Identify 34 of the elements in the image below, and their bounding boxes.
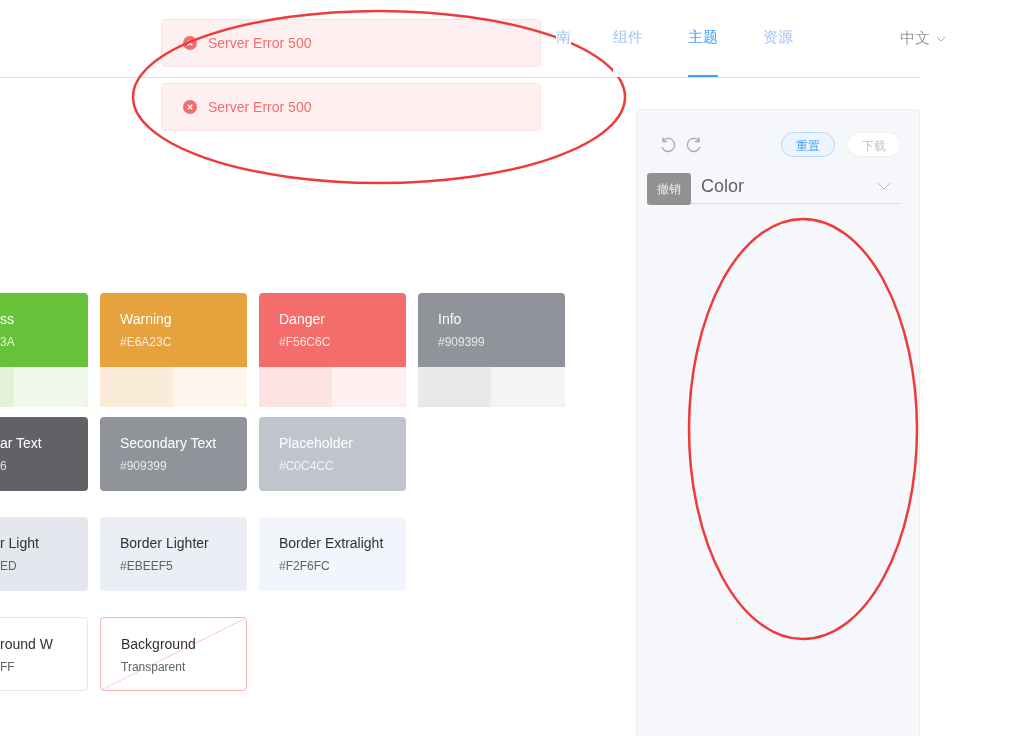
swatch-hex: #F2F6FC xyxy=(279,559,331,573)
swatch-hex: #E6A23C xyxy=(120,335,173,349)
language-dropdown[interactable]: 中文 xyxy=(900,29,946,48)
error-icon xyxy=(183,36,197,50)
undo-icon[interactable] xyxy=(659,135,677,154)
swatch-name: Danger xyxy=(279,311,326,327)
swatch-hex: ED xyxy=(0,559,18,573)
swatch-name: Warning xyxy=(120,311,173,327)
swatch-name: Border Extralight xyxy=(279,535,385,551)
swatch-name: ar Text xyxy=(0,435,43,451)
swatch-hex: Transparent xyxy=(121,660,187,674)
swatch-hex: #EBEEF5 xyxy=(120,559,174,573)
redo-icon[interactable] xyxy=(685,135,703,154)
swatch-name: round W xyxy=(0,636,54,652)
swatch-hex: 6 xyxy=(0,459,8,473)
swatch-name: Border Lighter xyxy=(120,535,210,551)
swatch-name: ss xyxy=(0,311,15,327)
tooltip: 撤销 xyxy=(647,173,691,205)
swatch-hex: #909399 xyxy=(438,335,486,349)
swatch-hex: FF xyxy=(0,660,16,674)
swatch-hex: #909399 xyxy=(120,459,168,473)
swatch-hex: 3A xyxy=(0,335,16,349)
chevron-down-icon xyxy=(877,181,891,191)
error-message: Server Error 500 xyxy=(161,19,541,67)
swatch-name: Info xyxy=(438,311,463,327)
swatch-hex: #F56C6C xyxy=(279,335,332,349)
swatch-name: Background xyxy=(121,636,197,652)
swatch-name: Secondary Text xyxy=(120,435,218,451)
error-message: Server Error 500 xyxy=(161,83,541,131)
reset-button[interactable]: 重置 xyxy=(781,132,835,157)
error-icon xyxy=(183,100,197,114)
swatch-name: Placeholder xyxy=(279,435,354,451)
download-button[interactable]: 下载 xyxy=(847,132,901,157)
swatch-name: r Light xyxy=(0,535,40,551)
